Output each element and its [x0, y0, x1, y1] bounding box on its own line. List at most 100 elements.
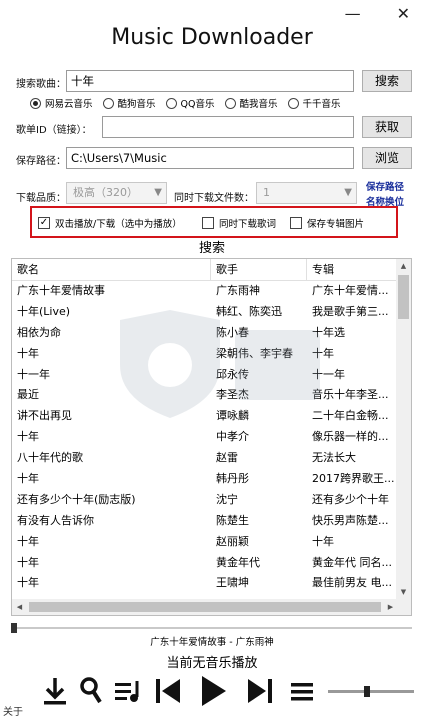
progress-slider-handle[interactable]	[11, 623, 17, 633]
source-radio-qq[interactable]: QQ音乐	[165, 96, 215, 110]
table-row[interactable]: 十年 王啸坤 最佳前男友 电...	[12, 573, 398, 594]
radio-icon	[165, 97, 177, 109]
scroll-thumb[interactable]	[29, 602, 381, 612]
next-track-button[interactable]	[244, 673, 276, 709]
table-row[interactable]: 广东十年爱情故事 广东雨神 广东十年爱情...	[12, 281, 398, 302]
column-header-album[interactable]: 专辑	[307, 259, 398, 280]
album-cell: 最佳前男友 电...	[312, 576, 392, 590]
open-save-path-link[interactable]: 保存路径	[366, 179, 404, 193]
save-album-art-checkbox[interactable]: 保存专辑图片	[290, 216, 364, 230]
table-row[interactable]: 十年 黄金年代 黄金年代 同名...	[12, 553, 398, 574]
vertical-scrollbar[interactable]: ▲ ▼	[396, 259, 411, 600]
playback-progress-bar[interactable]	[11, 623, 412, 633]
scroll-thumb[interactable]	[398, 275, 409, 319]
download-button[interactable]	[40, 673, 70, 709]
download-lyrics-checkbox[interactable]: 同时下载歌词	[202, 216, 276, 230]
table-row[interactable]: 十年(Live) 韩红、陈奕迅 我是歌手第三...	[12, 302, 398, 323]
close-icon[interactable]: ✕	[397, 6, 410, 22]
volume-slider-handle[interactable]	[363, 686, 370, 697]
radio-selected-icon	[30, 97, 41, 109]
table-row[interactable]: 最近 李圣杰 音乐十年李圣...	[12, 385, 398, 406]
checkbox-icon	[202, 217, 214, 229]
song-title-cell: 最近	[17, 388, 39, 402]
scroll-corner	[396, 599, 411, 615]
song-title-cell: 讲不出再见	[17, 409, 72, 423]
album-cell: 十年	[312, 346, 334, 360]
table-header: 歌名 歌手 专辑	[12, 259, 398, 281]
album-cell: 广东十年爱情...	[312, 284, 389, 297]
radio-icon	[102, 97, 114, 109]
artist-cell: 梁朝伟、李宇春	[216, 346, 293, 360]
playlist-id-input[interactable]	[102, 116, 354, 138]
results-table[interactable]: 歌名 歌手 专辑 广东十年爱情故事 广东雨神 广东十年爱情... 十年(Live) 韩…	[11, 258, 412, 616]
artist-cell: 陈楚生	[216, 513, 249, 527]
column-header-artist[interactable]: 歌手	[211, 259, 307, 280]
song-title-cell: 广东十年爱情故事	[17, 284, 105, 297]
table-row[interactable]: 有没有人告诉你 陈楚生 快乐男声陈楚...	[12, 511, 398, 532]
play-button[interactable]	[196, 673, 230, 709]
table-row[interactable]: 十年 中孝介 像乐器一样的...	[12, 427, 398, 448]
search-label: 搜索歌曲：	[16, 79, 66, 90]
radio-icon	[287, 97, 299, 109]
song-title-cell: 相依为命	[17, 325, 61, 339]
menu-button[interactable]	[287, 673, 317, 709]
artist-cell: 广东雨神	[216, 284, 260, 297]
artist-cell: 沈宁	[216, 492, 238, 506]
source-radio-netease[interactable]: 网易云音乐	[30, 96, 93, 110]
artist-cell: 谭咏麟	[216, 409, 249, 423]
artist-cell: 王啸坤	[216, 576, 249, 590]
artist-cell: 邱永传	[216, 367, 249, 381]
search-input[interactable]: 十年	[66, 70, 354, 92]
column-header-title[interactable]: 歌名	[12, 259, 211, 280]
scroll-down-icon[interactable]: ▼	[396, 585, 411, 600]
quality-select[interactable]: 极高（320） ▼	[66, 182, 167, 204]
table-row[interactable]: 十年 梁朝伟、李宇春 十年	[12, 344, 398, 365]
concurrent-select[interactable]: 1 ▼	[256, 182, 357, 204]
fetch-playlist-button[interactable]: 获取	[362, 116, 412, 138]
results-title: 搜索	[198, 241, 225, 256]
album-cell: 黄金年代 同名...	[312, 555, 392, 569]
download-icon	[44, 678, 66, 705]
search-songs-button[interactable]	[77, 673, 105, 709]
table-row[interactable]: 还有多少个十年(励志版) 沈宁 还有多少个十年	[12, 490, 398, 511]
scroll-left-icon[interactable]: ◀	[12, 599, 27, 615]
album-cell: 无法长大	[312, 451, 356, 465]
song-title-cell: 十年	[17, 346, 39, 360]
table-row[interactable]: 十年 韩丹彤 2017跨界歌王...	[12, 469, 398, 490]
song-title-cell: 十年	[17, 472, 39, 486]
song-title-cell: 有没有人告诉你	[17, 513, 94, 527]
table-row[interactable]: 讲不出再见 谭咏麟 二十年白金畅...	[12, 406, 398, 427]
save-path-input[interactable]: C:\Users\7\Music	[66, 147, 354, 169]
album-cell: 十年选	[312, 325, 345, 339]
table-row[interactable]: 八十年代的歌 赵雷 无法长大	[12, 448, 398, 469]
menu-icon	[291, 683, 313, 701]
scroll-up-icon[interactable]: ▲	[396, 259, 411, 274]
source-radio-kuwo[interactable]: 酷我音乐	[224, 96, 278, 110]
about-link[interactable]: 关于	[3, 703, 23, 718]
horizontal-scrollbar[interactable]: ◀ ▶	[12, 599, 398, 615]
artist-cell: 赵雷	[216, 451, 238, 465]
song-title-cell: 十一年	[17, 367, 50, 381]
album-cell: 十一年	[312, 367, 345, 381]
album-cell: 音乐十年李圣...	[312, 388, 389, 402]
search-button[interactable]: 搜索	[362, 70, 412, 92]
minimize-icon[interactable]: —	[345, 6, 361, 22]
artist-cell: 赵丽颖	[216, 534, 249, 548]
browse-button[interactable]: 浏览	[362, 147, 412, 169]
volume-slider[interactable]	[328, 690, 414, 693]
radio-icon	[224, 97, 236, 109]
source-radio-kugou[interactable]: 酷狗音乐	[102, 96, 156, 110]
chevron-down-icon: ▼	[344, 187, 352, 198]
skip-forward-icon	[248, 679, 272, 703]
table-row[interactable]: 相依为命 陈小春 十年选	[12, 323, 398, 344]
source-radio-qianqian[interactable]: 千千音乐	[287, 96, 341, 110]
table-row[interactable]: 十一年 邱永传 十一年	[12, 365, 398, 386]
quality-label: 下载品质：	[16, 193, 66, 204]
table-row[interactable]: 十年 赵丽颖 十年	[12, 532, 398, 553]
song-title-cell: 十年	[17, 430, 39, 444]
album-cell: 2017跨界歌王...	[312, 472, 395, 486]
previous-track-button[interactable]	[152, 673, 184, 709]
playlist-button[interactable]	[112, 673, 144, 709]
options-group: ✓ 双击播放/下载（选中为播放） 同时下载歌词 保存专辑图片	[30, 206, 398, 238]
double-click-checkbox[interactable]: ✓ 双击播放/下载（选中为播放）	[38, 216, 182, 230]
